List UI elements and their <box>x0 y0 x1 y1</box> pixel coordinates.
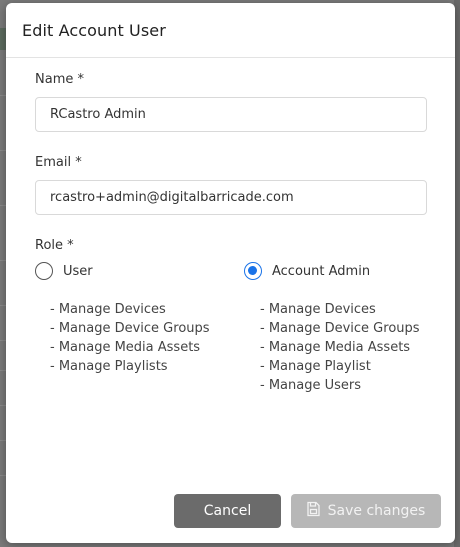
permission-item: - Manage Playlists <box>50 359 168 374</box>
modal-title: Edit Account User <box>22 20 166 40</box>
save-changes-label: Save changes <box>327 503 426 519</box>
permission-item: - Manage Device Groups <box>260 321 420 336</box>
edit-account-user-modal: Edit Account User Name * Email * Role * … <box>6 3 455 543</box>
permission-item: - Manage Media Assets <box>50 340 201 355</box>
role-option-user[interactable]: User <box>35 262 93 280</box>
user-radio-label[interactable]: User <box>63 264 93 279</box>
permission-item: - Manage Users <box>260 378 361 393</box>
save-changes-button[interactable]: Save changes <box>291 494 441 528</box>
permission-item: - Manage Device Groups <box>50 321 210 336</box>
modal-header: Edit Account User <box>6 3 455 58</box>
user-radio[interactable] <box>35 262 53 280</box>
account-admin-permissions-list: - Manage Devices - Manage Device Groups … <box>260 300 420 395</box>
permission-item: - Manage Playlist <box>260 359 371 374</box>
user-permissions-list: - Manage Devices - Manage Device Groups … <box>50 300 210 376</box>
cancel-button[interactable]: Cancel <box>174 494 281 528</box>
permission-item: - Manage Devices <box>260 302 376 317</box>
account-admin-radio-label[interactable]: Account Admin <box>272 264 370 279</box>
cancel-button-label: Cancel <box>203 503 252 519</box>
email-input[interactable] <box>35 180 427 215</box>
save-icon <box>307 501 328 521</box>
name-input[interactable] <box>35 97 427 132</box>
permission-item: - Manage Media Assets <box>260 340 411 355</box>
role-label: Role * <box>35 238 74 253</box>
permission-item: - Manage Devices <box>50 302 166 317</box>
role-option-account-admin[interactable]: Account Admin <box>244 262 370 280</box>
account-admin-radio[interactable] <box>244 262 262 280</box>
name-label: Name * <box>35 72 84 87</box>
email-label: Email * <box>35 155 82 170</box>
